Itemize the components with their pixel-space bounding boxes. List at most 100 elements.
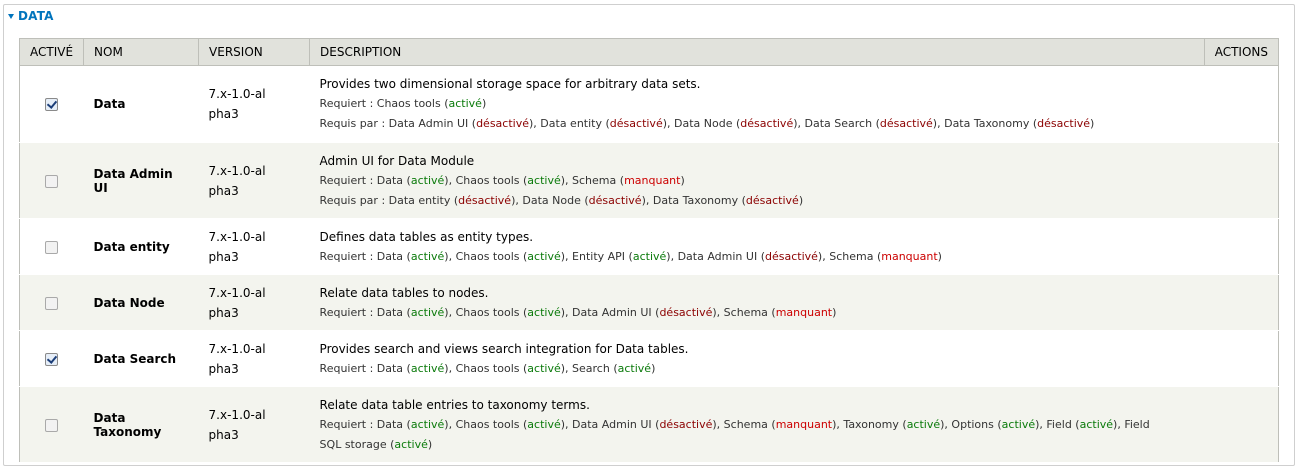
dependency-name: Chaos tools bbox=[455, 173, 520, 187]
required_by-label: Requis par : bbox=[319, 193, 389, 207]
module-description: Provides search and views search integra… bbox=[319, 341, 689, 356]
module-description-cell: Relate data tables to nodes. Requiert : D… bbox=[310, 275, 1205, 331]
module-version: 7.x-1.0-alpha3 bbox=[208, 407, 266, 442]
module-description-cell: Defines data tables as entity types. Requ… bbox=[310, 219, 1205, 275]
enabled-cell bbox=[20, 331, 84, 387]
dependency-name: Field bbox=[1046, 417, 1072, 431]
dependency-status: activé bbox=[410, 173, 445, 187]
dependency-status: activé bbox=[448, 97, 482, 110]
dependency-status: activé bbox=[1001, 417, 1036, 431]
dependency-status: désactivé bbox=[659, 417, 713, 431]
requires-line: Requiert : Data (activé), Chaos tools (a… bbox=[319, 173, 685, 187]
module-actions bbox=[1204, 275, 1278, 331]
module-description-cell: Relate data table entries to taxonomy te… bbox=[310, 387, 1205, 463]
module-actions bbox=[1204, 387, 1278, 463]
dependency-name: Chaos tools bbox=[455, 305, 520, 319]
dependency-status: activé bbox=[527, 249, 561, 263]
dependency-name: Data Taxonomy bbox=[944, 117, 1030, 130]
dependency-name: Search bbox=[572, 361, 610, 375]
enable-checkbox[interactable] bbox=[45, 174, 59, 188]
module-description-cell: Provides two dimensional storage space f… bbox=[310, 66, 1205, 143]
dependency-name: Schema bbox=[723, 305, 768, 319]
dependency-name: Data entity bbox=[388, 193, 451, 207]
requires-label: Requiert : bbox=[319, 361, 377, 375]
requires-label: Requiert : bbox=[319, 173, 377, 187]
requires-label: Requiert : bbox=[319, 417, 377, 431]
module-description-cell: Admin UI for Data Module Requiert : Data … bbox=[310, 143, 1205, 219]
enabled-cell bbox=[20, 143, 84, 219]
dependency-name: Data Node bbox=[522, 193, 581, 207]
table-header-row: ACTIVÉ NOM VERSION DESCRIPTION ACTIONS bbox=[19, 38, 1279, 66]
module-actions bbox=[1204, 219, 1278, 275]
dependency-name: Data Taxonomy bbox=[652, 193, 739, 207]
dependency-name: Data bbox=[376, 173, 404, 187]
header-enabled: ACTIVÉ bbox=[19, 38, 85, 66]
dependency-status: activé bbox=[394, 437, 428, 451]
enable-checkbox[interactable] bbox=[45, 418, 59, 432]
dependency-status: activé bbox=[527, 417, 561, 431]
module-actions bbox=[1204, 66, 1278, 143]
dependency-status: désactivé bbox=[476, 117, 529, 130]
module-name: Data entity bbox=[93, 239, 170, 254]
enabled-cell bbox=[20, 66, 84, 143]
dependency-status: désactivé bbox=[588, 193, 642, 207]
header-name: NOM bbox=[83, 38, 200, 66]
dependency-status: manquant bbox=[775, 417, 833, 431]
dependency-name: Data bbox=[376, 305, 404, 319]
module-name: Data Node bbox=[93, 295, 165, 310]
requires-label: Requiert : bbox=[319, 97, 377, 110]
requires-line: Requiert : Data (activé), Chaos tools (a… bbox=[319, 417, 1150, 451]
enable-checkbox[interactable] bbox=[45, 296, 59, 310]
fieldset-legend-toggle[interactable]: DATA bbox=[8, 9, 54, 23]
dependency-status: activé bbox=[527, 361, 561, 375]
enabled-cell bbox=[20, 275, 84, 331]
header-version: VERSION bbox=[198, 38, 311, 66]
enable-checkbox[interactable] bbox=[45, 352, 59, 366]
module-actions bbox=[1204, 143, 1278, 219]
table-row: Data Search 7.x-1.0-alpha3 Provides search… bbox=[19, 330, 1279, 387]
dependency-status: désactivé bbox=[458, 193, 512, 207]
dependency-status: manquant bbox=[624, 173, 681, 187]
dependency-status: activé bbox=[527, 305, 561, 319]
dependency-status: désactivé bbox=[765, 249, 818, 263]
dependency-status: activé bbox=[410, 417, 445, 431]
dependency-name: Data bbox=[376, 249, 404, 263]
header-actions: ACTIONS bbox=[1204, 38, 1279, 66]
module-name: Data Search bbox=[93, 351, 177, 366]
module-version: 7.x-1.0-alpha3 bbox=[208, 285, 266, 320]
fieldset-legend-label: DATA bbox=[18, 9, 54, 23]
required_by-line: Requis par : Data entity (désactivé), Da… bbox=[319, 193, 804, 207]
dependency-status: désactivé bbox=[740, 117, 794, 130]
requires-line: Requiert : Data (activé), Chaos tools (a… bbox=[319, 361, 656, 375]
table-row: Data Taxonomy 7.x-1.0-alpha3 Relate data t… bbox=[19, 386, 1279, 463]
enabled-cell bbox=[20, 387, 84, 463]
dependency-name: Data Admin UI bbox=[388, 117, 469, 130]
module-actions bbox=[1204, 331, 1278, 387]
table-row: Data 7.x-1.0-alpha3 Provides two dimension… bbox=[19, 65, 1279, 143]
dependency-name: Options bbox=[951, 417, 994, 431]
dependency-name: Data Admin UI bbox=[572, 305, 652, 319]
dependency-status: activé bbox=[410, 361, 445, 375]
enable-checkbox[interactable] bbox=[45, 240, 59, 254]
header-description: DESCRIPTION bbox=[309, 38, 1205, 66]
enabled-cell bbox=[20, 219, 84, 275]
module-version: 7.x-1.0-alpha3 bbox=[208, 163, 266, 198]
module-version: 7.x-1.0-alpha3 bbox=[208, 87, 266, 121]
dependency-name: Data bbox=[376, 417, 404, 431]
module-description: Relate data table entries to taxonomy te… bbox=[319, 397, 590, 412]
dependency-status: manquant bbox=[775, 305, 833, 319]
dependency-name: Chaos tools bbox=[455, 361, 520, 375]
modules-table: ACTIVÉ NOM VERSION DESCRIPTION ACTIONS D… bbox=[19, 38, 1279, 463]
dependency-status: manquant bbox=[881, 249, 938, 263]
dependency-status: activé bbox=[527, 173, 561, 187]
table-row: Data entity 7.x-1.0-alpha3 Defines data ta… bbox=[19, 218, 1279, 275]
dependency-name: Chaos tools bbox=[376, 97, 441, 110]
dependency-name: Data Search bbox=[804, 117, 873, 130]
dependency-status: activé bbox=[410, 249, 445, 263]
module-name: Data bbox=[93, 97, 126, 111]
dependency-name: Schema bbox=[572, 173, 617, 187]
dependency-status: activé bbox=[1079, 417, 1114, 431]
dependency-name: Data Admin UI bbox=[572, 417, 652, 431]
requires-label: Requiert : bbox=[319, 249, 377, 263]
enable-checkbox[interactable] bbox=[45, 98, 59, 111]
